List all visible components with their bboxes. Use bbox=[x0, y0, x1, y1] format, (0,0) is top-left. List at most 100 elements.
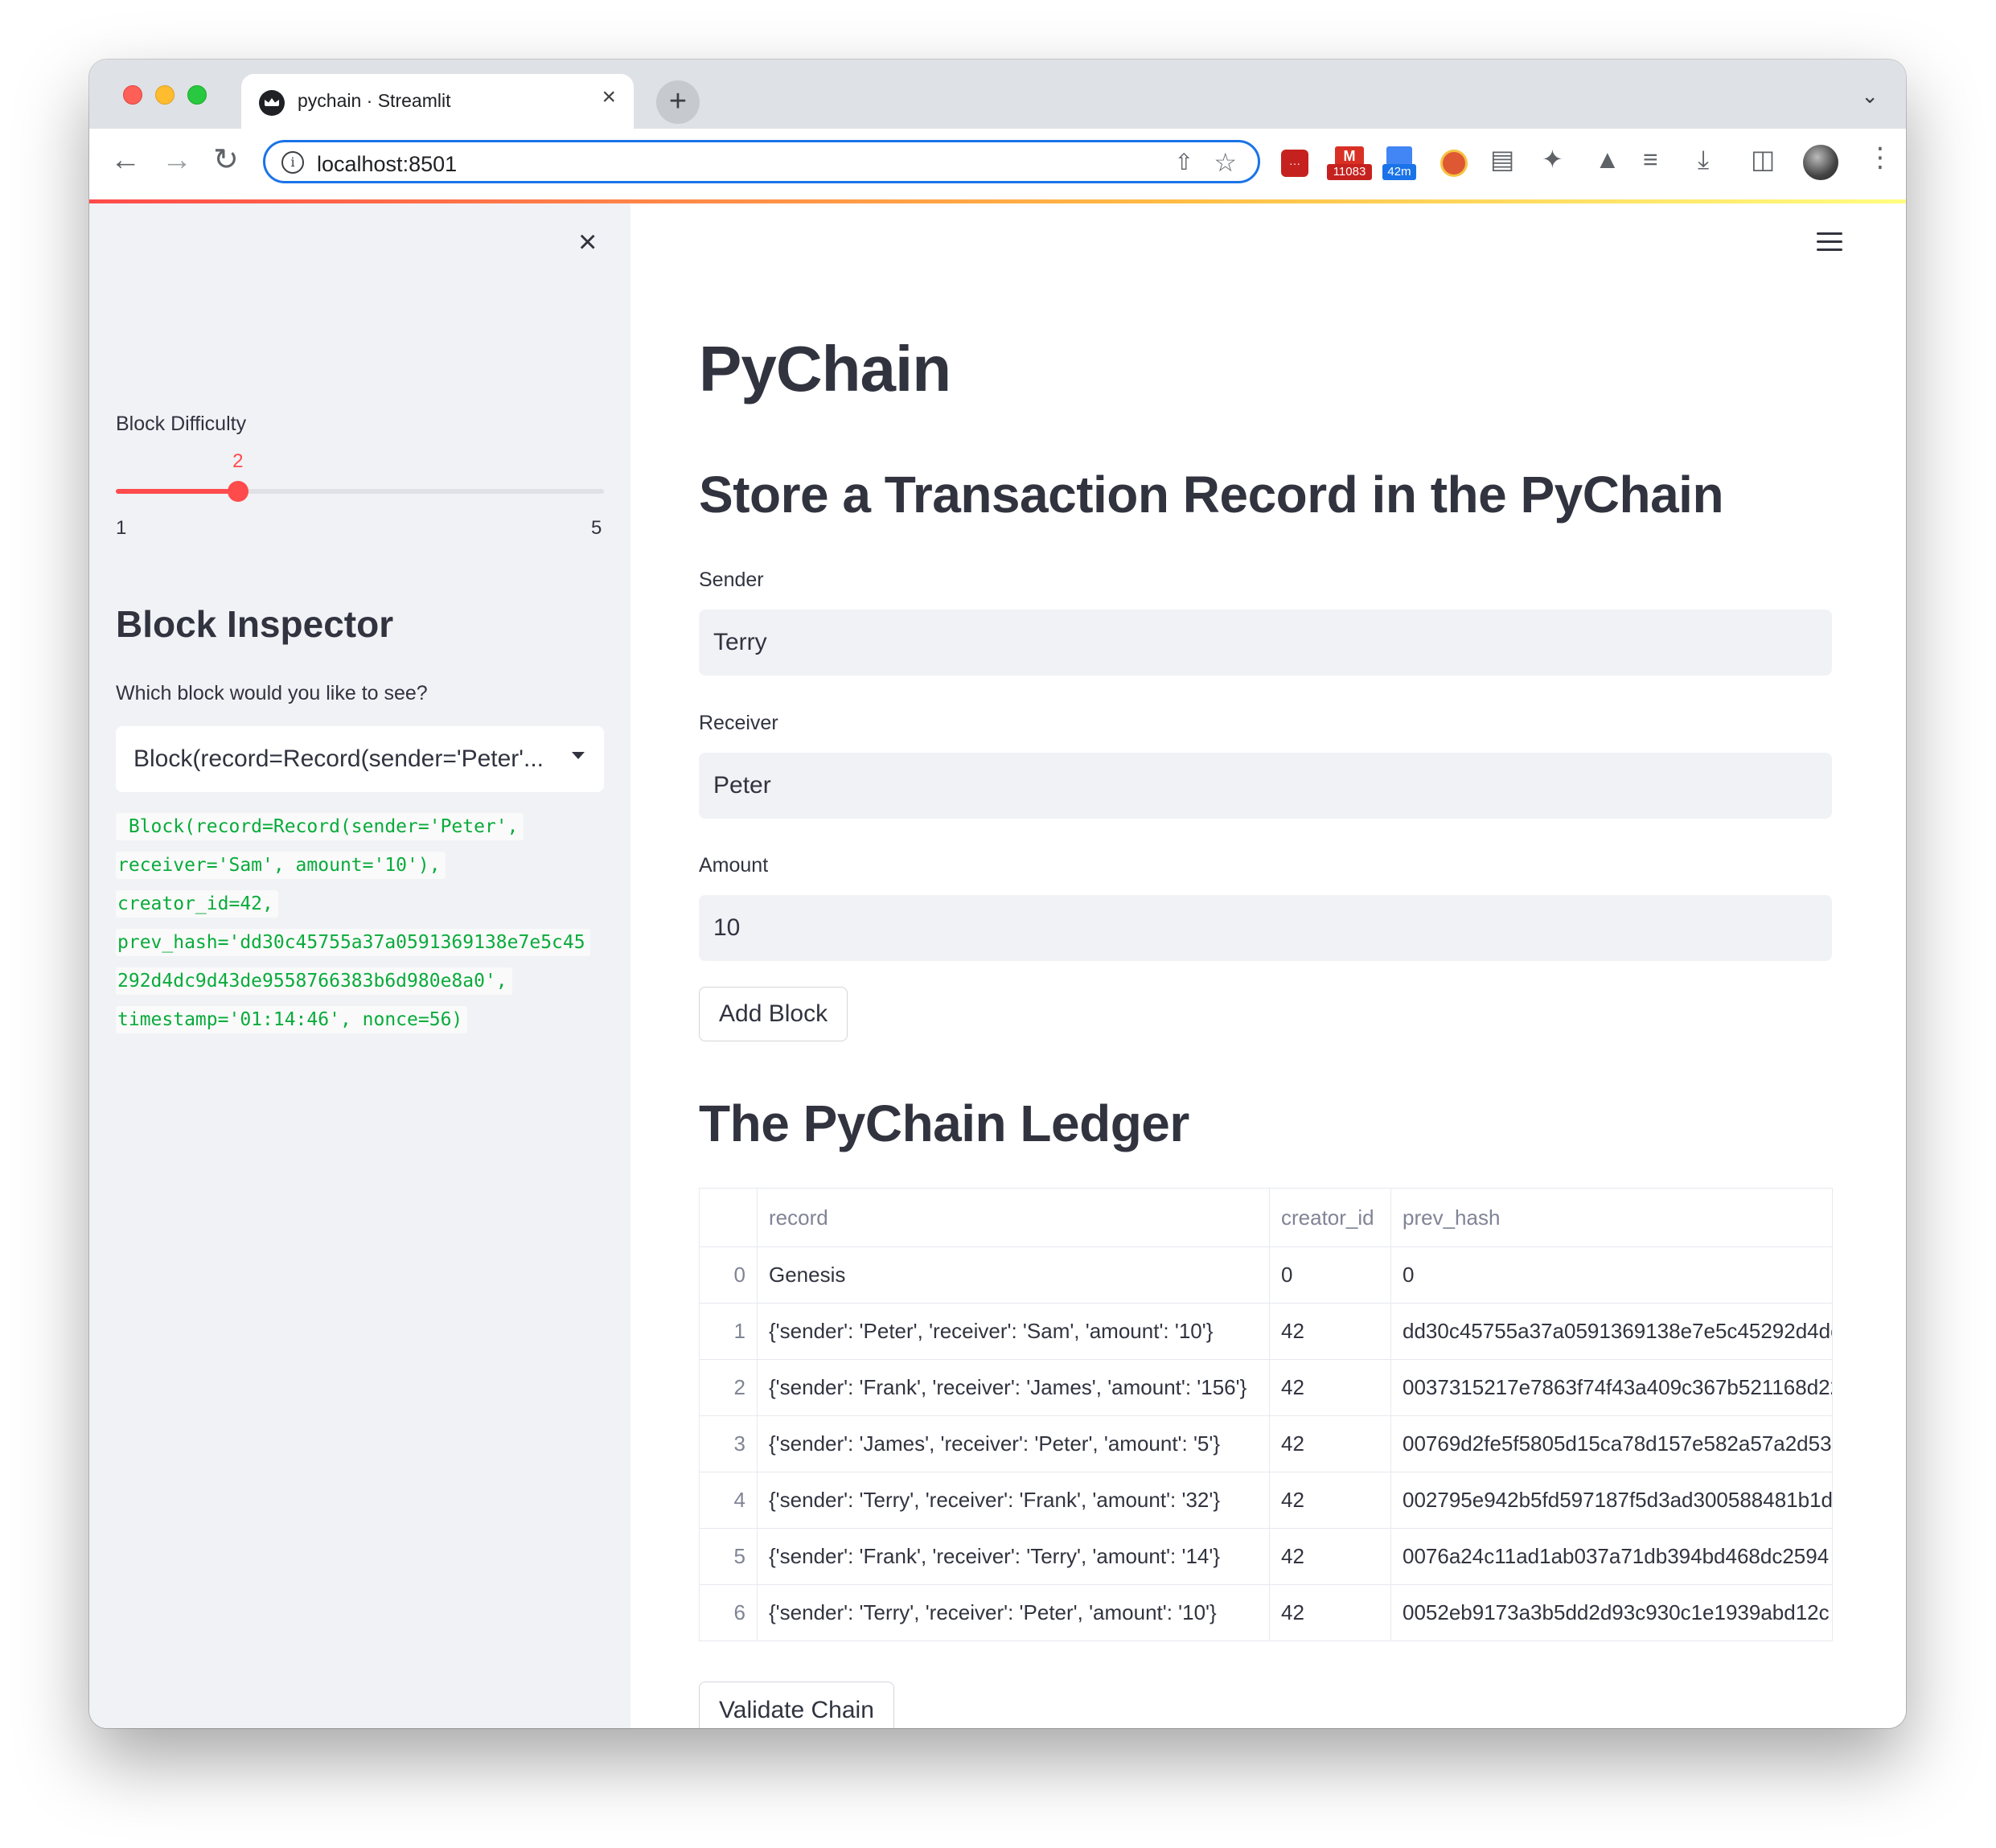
hamburger-menu-icon[interactable] bbox=[1817, 232, 1842, 257]
calendar-extension-icon[interactable]: 42m bbox=[1382, 146, 1416, 180]
profile-avatar[interactable] bbox=[1803, 145, 1838, 180]
browser-toolbar: ← → ↻ i localhost:8501 ⇧ ☆ ··· M 11083 4… bbox=[89, 129, 1906, 200]
creator-id-cell[interactable]: 42 bbox=[1269, 1472, 1391, 1529]
sidebar: × Block Difficulty 2 1 5 Block Inspector… bbox=[89, 203, 630, 1728]
prev-hash-cell[interactable]: 0076a24c11ad1ab037a71db394bd468dc2594 bbox=[1390, 1528, 1833, 1585]
record-cell[interactable]: {'sender': 'Terry', 'receiver': 'Peter',… bbox=[757, 1584, 1270, 1641]
code-line: receiver='Sam', amount='10'), bbox=[116, 852, 446, 879]
prev-hash-cell[interactable]: 00769d2fe5f5805d15ca78d157e582a57a2d53c bbox=[1390, 1415, 1833, 1472]
back-arrow-icon[interactable]: ← bbox=[110, 145, 141, 175]
receiver-input[interactable]: Peter bbox=[699, 753, 1832, 819]
prev-hash-cell[interactable]: dd30c45755a37a0591369138e7e5c45292d4dc bbox=[1390, 1303, 1833, 1360]
table-row: 2 {'sender': 'Frank', 'receiver': 'James'… bbox=[699, 1359, 1833, 1416]
reload-icon[interactable]: ↻ bbox=[213, 145, 239, 175]
block-select[interactable]: Block(record=Record(sender='Peter'... bbox=[116, 726, 604, 792]
slider-min-label: 1 bbox=[116, 517, 127, 539]
table-header-row: record creator_id prev_hash bbox=[699, 1188, 1833, 1247]
browser-tab[interactable]: pychain · Streamlit × bbox=[241, 74, 634, 129]
creator-id-cell[interactable]: 42 bbox=[1269, 1584, 1391, 1641]
calendar-badge: 42m bbox=[1382, 164, 1416, 180]
side-panel-icon[interactable]: ◫ bbox=[1751, 146, 1775, 172]
amount-input-value: 10 bbox=[713, 914, 741, 941]
tab-strip: pychain · Streamlit × + ⌄ bbox=[89, 60, 1906, 129]
receiver-label: Receiver bbox=[699, 712, 778, 734]
table-row: 1 {'sender': 'Peter', 'receiver': 'Sam', … bbox=[699, 1303, 1833, 1360]
extension-red-icon[interactable]: ··· bbox=[1281, 150, 1308, 177]
code-line: Block(record=Record(sender='Peter', bbox=[116, 813, 524, 840]
slider-fill bbox=[116, 489, 238, 494]
page-title: PyChain bbox=[699, 333, 951, 405]
gmail-extension-icon[interactable]: M 11083 bbox=[1327, 146, 1372, 180]
address-bar[interactable]: i localhost:8501 ⇧ ☆ bbox=[263, 140, 1260, 183]
site-info-icon[interactable]: i bbox=[281, 151, 304, 174]
prev-hash-column-header[interactable]: prev_hash bbox=[1390, 1188, 1833, 1247]
ledger-table: record creator_id prev_hash 0 Genesis 0 0 1… bbox=[699, 1188, 1833, 1641]
creator-id-cell[interactable]: 42 bbox=[1269, 1528, 1391, 1585]
row-index: 3 bbox=[699, 1415, 758, 1472]
difficulty-slider-value: 2 bbox=[232, 450, 244, 472]
duckduckgo-extension-icon[interactable] bbox=[1440, 150, 1468, 177]
amount-input[interactable]: 10 bbox=[699, 895, 1832, 961]
row-index: 2 bbox=[699, 1359, 758, 1416]
browser-menu-icon[interactable]: ⋮ bbox=[1867, 142, 1894, 174]
block-select-value: Block(record=Record(sender='Peter'... bbox=[133, 745, 544, 772]
reading-list-icon[interactable]: ≡ bbox=[1643, 146, 1658, 172]
tab-close-icon[interactable]: × bbox=[602, 85, 616, 109]
sidebar-close-icon[interactable]: × bbox=[578, 226, 597, 258]
select-label: Which block would you like to see? bbox=[116, 682, 428, 704]
amount-label: Amount bbox=[699, 854, 769, 877]
record-cell[interactable]: {'sender': 'Terry', 'receiver': 'Frank',… bbox=[757, 1472, 1270, 1529]
prev-hash-cell[interactable]: 0 bbox=[1390, 1246, 1833, 1304]
gmail-unread-badge: 11083 bbox=[1327, 164, 1372, 180]
sender-input[interactable]: Terry bbox=[699, 610, 1832, 676]
code-line: prev_hash='dd30c45755a37a0591369138e7e5c… bbox=[116, 929, 590, 956]
new-tab-button[interactable]: + bbox=[656, 80, 700, 124]
validate-chain-button[interactable]: Validate Chain bbox=[699, 1682, 894, 1728]
forward-arrow-icon[interactable]: → bbox=[162, 145, 192, 175]
row-index: 4 bbox=[699, 1472, 758, 1529]
record-cell[interactable]: {'sender': 'Frank', 'receiver': 'Terry',… bbox=[757, 1528, 1270, 1585]
table-row: 6 {'sender': 'Terry', 'receiver': 'Peter'… bbox=[699, 1584, 1833, 1641]
browser-window: pychain · Streamlit × + ⌄ ← → ↻ i localh… bbox=[89, 60, 1906, 1728]
code-line: 292d4dc9d43de9558766383b6d980e8a0', bbox=[116, 967, 512, 995]
tab-title: pychain · Streamlit bbox=[298, 90, 451, 111]
slider-thumb[interactable] bbox=[227, 481, 248, 502]
extensions-puzzle-icon[interactable]: ✦ bbox=[1542, 146, 1563, 172]
prev-hash-cell[interactable]: 002795e942b5fd597187f5d3ad300588481b1d bbox=[1390, 1472, 1833, 1529]
table-row: 5 {'sender': 'Frank', 'receiver': 'Terry'… bbox=[699, 1528, 1833, 1585]
code-line: timestamp='01:14:46', nonce=56) bbox=[116, 1006, 468, 1033]
block-code-output: Block(record=Record(sender='Peter', recei… bbox=[116, 813, 614, 1045]
record-cell[interactable]: Genesis bbox=[757, 1246, 1270, 1304]
add-block-button[interactable]: Add Block bbox=[699, 987, 848, 1041]
url-text[interactable]: localhost:8501 bbox=[317, 152, 457, 177]
labs-flask-icon[interactable]: ▲ bbox=[1595, 146, 1620, 172]
code-line: creator_id=42, bbox=[116, 890, 278, 918]
minimize-window-button[interactable] bbox=[155, 85, 175, 105]
creator-id-column-header[interactable]: creator_id bbox=[1269, 1188, 1391, 1247]
cast-extension-icon[interactable]: ▤ bbox=[1490, 146, 1514, 172]
row-index: 6 bbox=[699, 1584, 758, 1641]
close-window-button[interactable] bbox=[123, 85, 142, 105]
bookmark-star-icon[interactable]: ☆ bbox=[1214, 147, 1237, 178]
prev-hash-cell[interactable]: 0052eb9173a3b5dd2d93c930c1e1939abd12c bbox=[1390, 1584, 1833, 1641]
creator-id-cell[interactable]: 42 bbox=[1269, 1303, 1391, 1360]
downloads-icon[interactable]: ⤓ bbox=[1698, 146, 1709, 172]
creator-id-cell[interactable]: 0 bbox=[1269, 1246, 1391, 1304]
prev-hash-cell[interactable]: 0037315217e7863f74f43a409c367b521168d22 bbox=[1390, 1359, 1833, 1416]
tab-search-chevron-icon[interactable]: ⌄ bbox=[1861, 84, 1879, 109]
record-cell[interactable]: {'sender': 'James', 'receiver': 'Peter',… bbox=[757, 1415, 1270, 1472]
difficulty-slider[interactable] bbox=[116, 481, 604, 502]
share-icon[interactable]: ⇧ bbox=[1175, 149, 1193, 175]
record-column-header[interactable]: record bbox=[757, 1188, 1270, 1247]
sender-input-value: Terry bbox=[713, 629, 767, 655]
record-cell[interactable]: {'sender': 'Peter', 'receiver': 'Sam', '… bbox=[757, 1303, 1270, 1360]
difficulty-label: Block Difficulty bbox=[116, 413, 247, 435]
record-cell[interactable]: {'sender': 'Frank', 'receiver': 'James',… bbox=[757, 1359, 1270, 1416]
table-row: 3 {'sender': 'James', 'receiver': 'Peter'… bbox=[699, 1415, 1833, 1472]
creator-id-cell[interactable]: 42 bbox=[1269, 1415, 1391, 1472]
index-column-header[interactable] bbox=[699, 1188, 758, 1247]
maximize-window-button[interactable] bbox=[187, 85, 207, 105]
receiver-input-value: Peter bbox=[713, 772, 771, 799]
creator-id-cell[interactable]: 42 bbox=[1269, 1359, 1391, 1416]
table-row: 4 {'sender': 'Terry', 'receiver': 'Frank'… bbox=[699, 1472, 1833, 1529]
